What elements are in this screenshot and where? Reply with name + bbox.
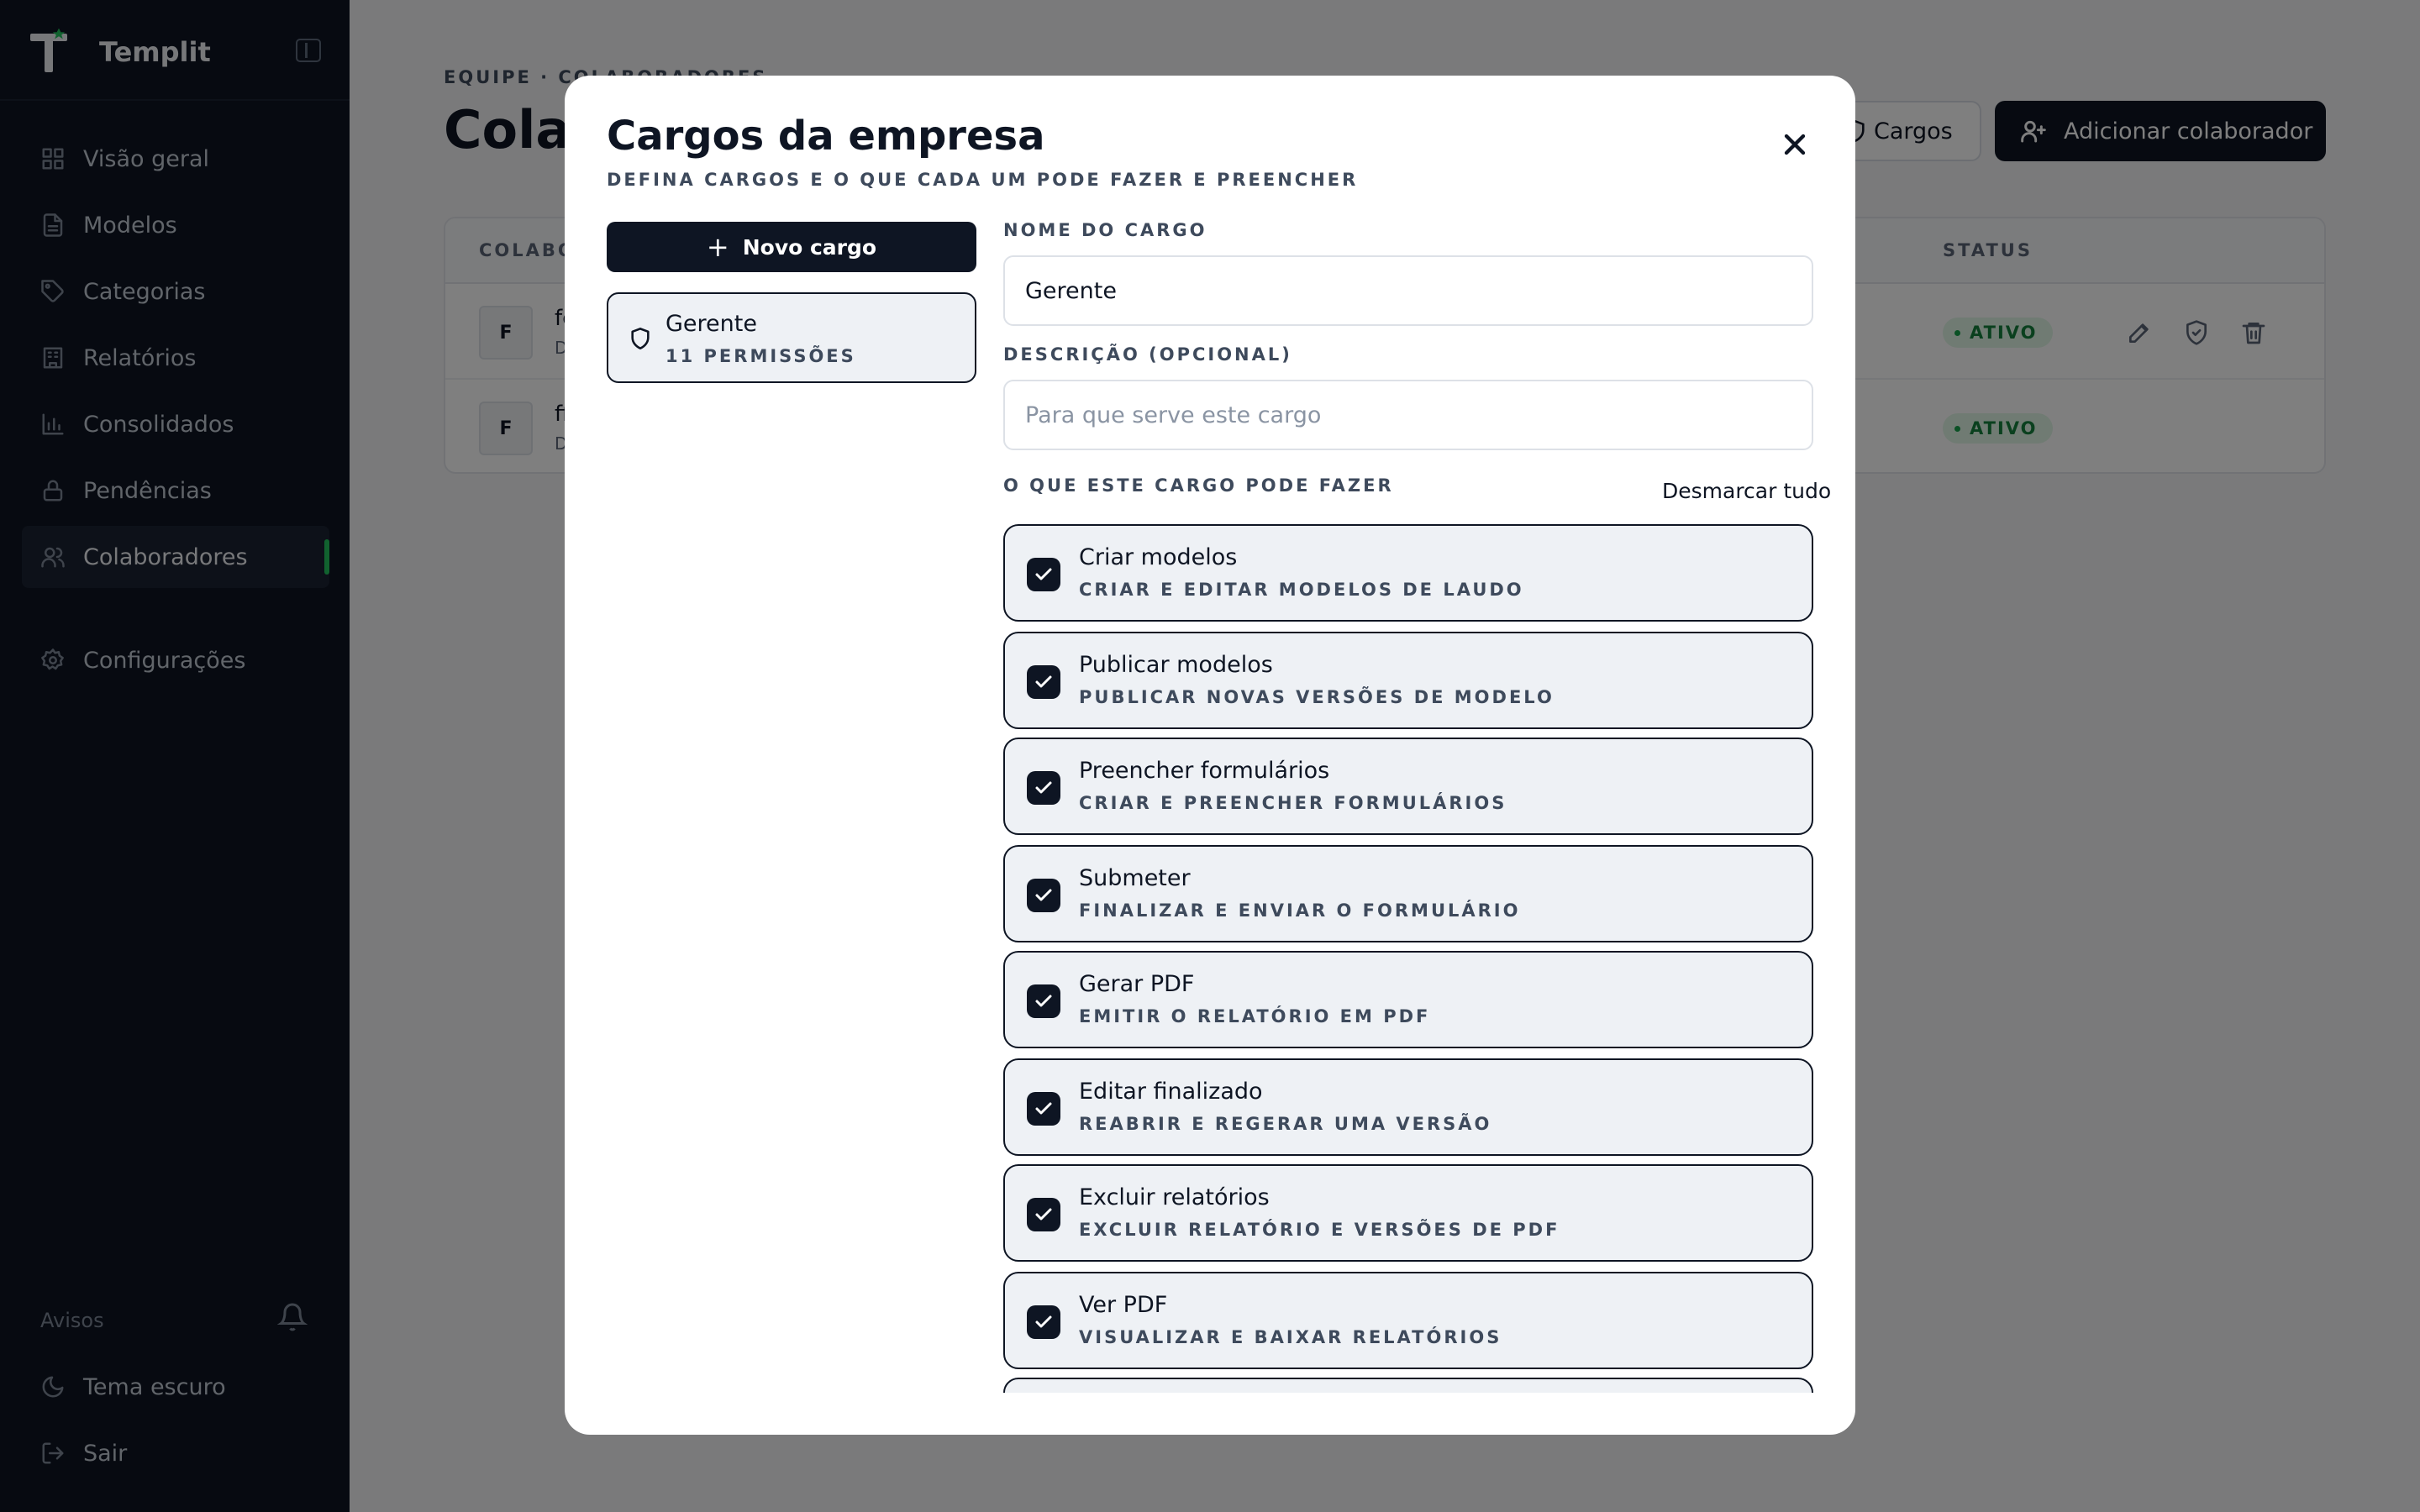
check-icon [1035,568,1052,580]
role-name-input[interactable] [1003,255,1813,326]
role-name-label: NOME DO CARGO [1003,220,1207,240]
permission-title: Criar modelos [1079,544,1238,570]
permission-title: Publicar modelos [1079,652,1273,678]
modal-subtitle: DEFINA CARGOS E O QUE CADA UM PODE FAZER… [607,170,1359,190]
permission-editar-finalizado[interactable]: Editar finalizado REABRIR E REGERAR UMA … [1003,1058,1813,1156]
permission-description: REABRIR E REGERAR UMA VERSÃO [1079,1114,1492,1134]
unmark-all-button[interactable]: Desmarcar tudo [1662,479,1831,503]
checkbox[interactable] [1027,879,1060,912]
checkbox[interactable] [1027,1198,1060,1231]
check-icon [1035,1102,1052,1115]
check-icon [1035,1208,1052,1221]
permission-submeter[interactable]: Submeter FINALIZAR E ENVIAR O FORMULÁRIO [1003,845,1813,942]
role-item-gerente[interactable]: Gerente 11 PERMISSÕES [607,292,976,383]
description-input[interactable] [1003,380,1813,450]
new-role-label: Novo cargo [742,234,877,260]
permission-description: CRIAR E PREENCHER FORMULÁRIOS [1079,793,1507,813]
permission-description: EMITIR O RELATÓRIO EM PDF [1079,1006,1431,1026]
permission-description: VISUALIZAR E BAIXAR RELATÓRIOS [1079,1327,1502,1347]
permission-description: CRIAR E EDITAR MODELOS DE LAUDO [1079,580,1524,600]
checkbox[interactable] [1027,771,1060,805]
checkbox[interactable] [1027,1092,1060,1126]
check-icon [1035,1315,1052,1328]
permission-publicar-modelos[interactable]: Publicar modelos PUBLICAR NOVAS VERSÕES … [1003,632,1813,729]
checkbox[interactable] [1027,984,1060,1018]
permission-description: PUBLICAR NOVAS VERSÕES DE MODELO [1079,687,1555,707]
permission-title: Excluir relatórios [1079,1184,1270,1210]
permission-criar-modelos[interactable]: Criar modelos CRIAR E EDITAR MODELOS DE … [1003,524,1813,622]
role-permission-count: 11 PERMISSÕES [666,346,856,366]
close-icon[interactable] [1778,128,1812,161]
permission-description: FINALIZAR E ENVIAR O FORMULÁRIO [1079,900,1521,921]
new-role-button[interactable]: + Novo cargo [607,222,976,272]
modal-title: Cargos da empresa [607,113,1045,160]
permissions-list: Criar modelos CRIAR E EDITAR MODELOS DE … [1003,524,1813,1393]
permission-item-partial[interactable] [1003,1378,1813,1393]
role-name: Gerente [666,311,757,337]
permission-gerar-pdf[interactable]: Gerar PDF EMITIR O RELATÓRIO EM PDF [1003,951,1813,1048]
permission-description: EXCLUIR RELATÓRIO E VERSÕES DE PDF [1079,1220,1560,1240]
permissions-label: O QUE ESTE CARGO PODE FAZER [1003,475,1394,496]
checkbox[interactable] [1027,1305,1060,1339]
check-icon [1035,995,1052,1007]
plus-icon: + [706,231,729,263]
check-icon [1035,781,1052,794]
checkbox[interactable] [1027,558,1060,591]
shield-icon [631,328,650,349]
checkbox[interactable] [1027,665,1060,699]
permission-excluir-relatorios[interactable]: Excluir relatórios EXCLUIR RELATÓRIO E V… [1003,1164,1813,1262]
permission-title: Submeter [1079,865,1191,891]
permission-title: Gerar PDF [1079,971,1195,997]
description-label: DESCRIÇÃO (OPCIONAL) [1003,344,1292,365]
permission-title: Editar finalizado [1079,1079,1263,1105]
permission-preencher-formularios[interactable]: Preencher formulários CRIAR E PREENCHER … [1003,738,1813,835]
permission-title: Ver PDF [1079,1292,1168,1318]
roles-modal: Cargos da empresa DEFINA CARGOS E O QUE … [565,76,1855,1435]
check-icon [1035,889,1052,901]
permission-title: Preencher formulários [1079,758,1330,784]
check-icon [1035,675,1052,688]
permission-ver-pdf[interactable]: Ver PDF VISUALIZAR E BAIXAR RELATÓRIOS [1003,1272,1813,1369]
